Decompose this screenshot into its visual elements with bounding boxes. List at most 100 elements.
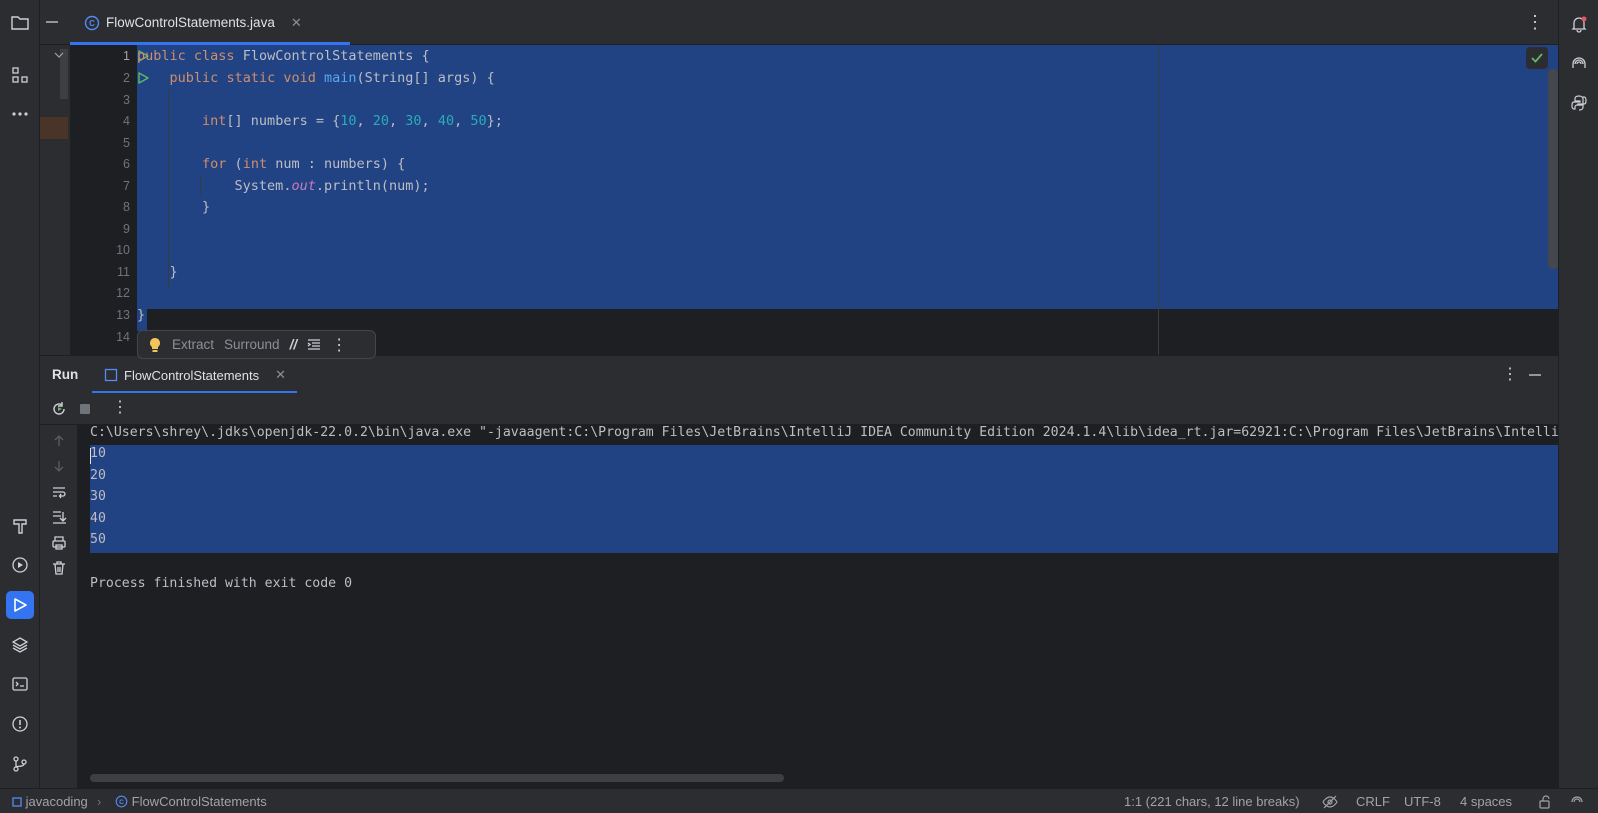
project-name: javacoding [25, 794, 88, 809]
clear-trash-icon[interactable] [51, 560, 67, 576]
extract-button[interactable]: Extract [172, 337, 214, 352]
intention-toolbar: Extract Surround // ⋮ [137, 330, 376, 359]
notifications-icon[interactable] [1565, 10, 1593, 38]
run-options-icon[interactable]: ⋮ [1502, 364, 1518, 384]
build-hammer-icon[interactable] [6, 512, 34, 540]
project-icon[interactable] [6, 9, 34, 37]
console-output-line: 30 [90, 489, 106, 504]
more-options-icon[interactable]: ⋮ [331, 335, 347, 355]
console-output-line: 20 [90, 468, 106, 483]
soft-wrap-icon[interactable] [51, 484, 67, 500]
scroll-to-end-icon[interactable] [51, 509, 67, 525]
right-margin-guide [1158, 45, 1159, 355]
tab-title: FlowControlStatements.java [106, 15, 275, 30]
console-window-icon [104, 368, 118, 382]
console-output-line: 10 [90, 446, 106, 461]
line-number: 14 [116, 330, 130, 344]
console-output[interactable]: C:\Users\shrey\.jdks\openjdk-22.0.2\bin\… [78, 425, 1558, 788]
file-name: FlowControlStatements [131, 794, 267, 809]
text-caret [90, 448, 91, 464]
code-line-7: System.out.println(num); [234, 178, 430, 194]
line-number: 3 [123, 93, 130, 107]
ai-status-icon[interactable] [1570, 795, 1584, 809]
file-encoding[interactable]: UTF-8 [1404, 794, 1441, 809]
console-side-toolbar [40, 425, 78, 788]
line-number-gutter: 1 2 3 4 5 6 7 8 9 10 11 12 13 14 [70, 45, 149, 355]
tab-flowcontrolstatements-java[interactable]: C FlowControlStatements.java ✕ [70, 0, 350, 45]
rerun-icon[interactable] [51, 401, 67, 417]
line-number: 6 [123, 157, 130, 171]
gutter-marker [40, 117, 68, 139]
git-icon[interactable] [6, 750, 34, 778]
unlock-icon[interactable] [1538, 795, 1552, 809]
inspection-ok-icon[interactable] [1526, 47, 1548, 69]
svg-text:C: C [119, 799, 124, 806]
project-breadcrumb[interactable]: javacoding [12, 794, 88, 809]
print-icon[interactable] [51, 535, 67, 551]
reformat-icon[interactable] [307, 338, 321, 352]
lightbulb-icon[interactable] [148, 337, 162, 353]
console-selection [90, 445, 1558, 553]
line-number: 2 [123, 71, 130, 85]
surround-button[interactable]: Surround [224, 337, 280, 352]
ai-assistant-icon[interactable] [1565, 50, 1593, 78]
line-number: 12 [116, 286, 130, 300]
editor-tab-bar: C FlowControlStatements.java ✕ ⋮ [40, 0, 1558, 45]
line-number: 11 [117, 265, 130, 279]
module-icon [12, 797, 22, 807]
arrow-up-icon[interactable] [51, 433, 67, 449]
code-line-13: } [137, 307, 146, 323]
line-number: 9 [123, 222, 130, 236]
caret-position[interactable]: 1:1 (221 chars, 12 line breaks) [1124, 794, 1300, 809]
run-toolbar: ⋮ [40, 393, 1558, 425]
line-number: 10 [116, 243, 130, 257]
terminal-icon[interactable] [6, 670, 34, 698]
problems-icon[interactable] [6, 710, 34, 738]
run-tool-icon[interactable] [6, 591, 34, 619]
toolbar-more-icon[interactable]: ⋮ [112, 397, 128, 416]
more-tools-icon[interactable] [6, 100, 34, 128]
process-finished-line: Process finished with exit code 0 [90, 576, 353, 591]
java-class-icon: C [115, 795, 128, 808]
code-line-11: } [169, 264, 178, 280]
close-run-tab-icon[interactable]: ✕ [275, 367, 286, 383]
run-tab-title: FlowControlStatements [124, 367, 260, 383]
line-number: 1 [123, 49, 130, 63]
line-ending[interactable]: CRLF [1356, 794, 1390, 809]
code-line-1: public class FlowControlStatements { [137, 48, 430, 64]
line-number: 13 [116, 308, 130, 322]
code-line-2: public static void main(String[] args) { [169, 70, 495, 86]
file-breadcrumb[interactable]: C FlowControlStatements [115, 794, 267, 809]
close-tab-icon[interactable]: ✕ [291, 15, 302, 31]
fold-chevron-icon[interactable] [54, 51, 64, 59]
right-tool-strip [1558, 0, 1598, 788]
arrow-down-icon[interactable] [51, 458, 67, 474]
layers-icon[interactable] [6, 631, 34, 659]
minimize-icon[interactable] [44, 14, 60, 30]
indent-setting[interactable]: 4 spaces [1460, 794, 1512, 809]
code-editor[interactable]: 1 2 3 4 5 6 7 8 9 10 11 12 13 14 public … [40, 45, 1558, 355]
code-line-6: for (int num : numbers) { [202, 156, 406, 172]
console-output-line: 40 [90, 511, 106, 526]
run-config-tab[interactable]: FlowControlStatements ✕ [92, 356, 297, 394]
line-number: 5 [123, 136, 130, 150]
console-horizontal-scrollbar[interactable] [90, 774, 784, 782]
tab-options-icon[interactable]: ⋮ [1526, 12, 1544, 33]
structure-icon[interactable] [6, 61, 34, 89]
run-panel-title: Run [52, 367, 79, 382]
line-number: 8 [123, 200, 130, 214]
breadcrumb-separator-icon: › [97, 794, 102, 809]
editor-scrollbar[interactable] [1548, 69, 1558, 269]
console-command-line: C:\Users\shrey\.jdks\openjdk-22.0.2\bin\… [90, 425, 1558, 440]
python-console-icon[interactable] [1565, 89, 1593, 117]
inspections-off-icon[interactable] [1322, 795, 1338, 809]
left-tool-strip [0, 0, 40, 788]
hide-panel-icon[interactable] [1528, 368, 1542, 382]
status-bar: javacoding › C FlowControlStatements 1:1… [0, 788, 1598, 813]
code-line-8: } [202, 199, 211, 215]
stop-icon[interactable] [77, 401, 93, 417]
services-icon[interactable] [6, 551, 34, 579]
line-number: 4 [123, 114, 130, 128]
comment-icon[interactable]: // [290, 337, 298, 352]
console-output-line: 50 [90, 532, 106, 547]
